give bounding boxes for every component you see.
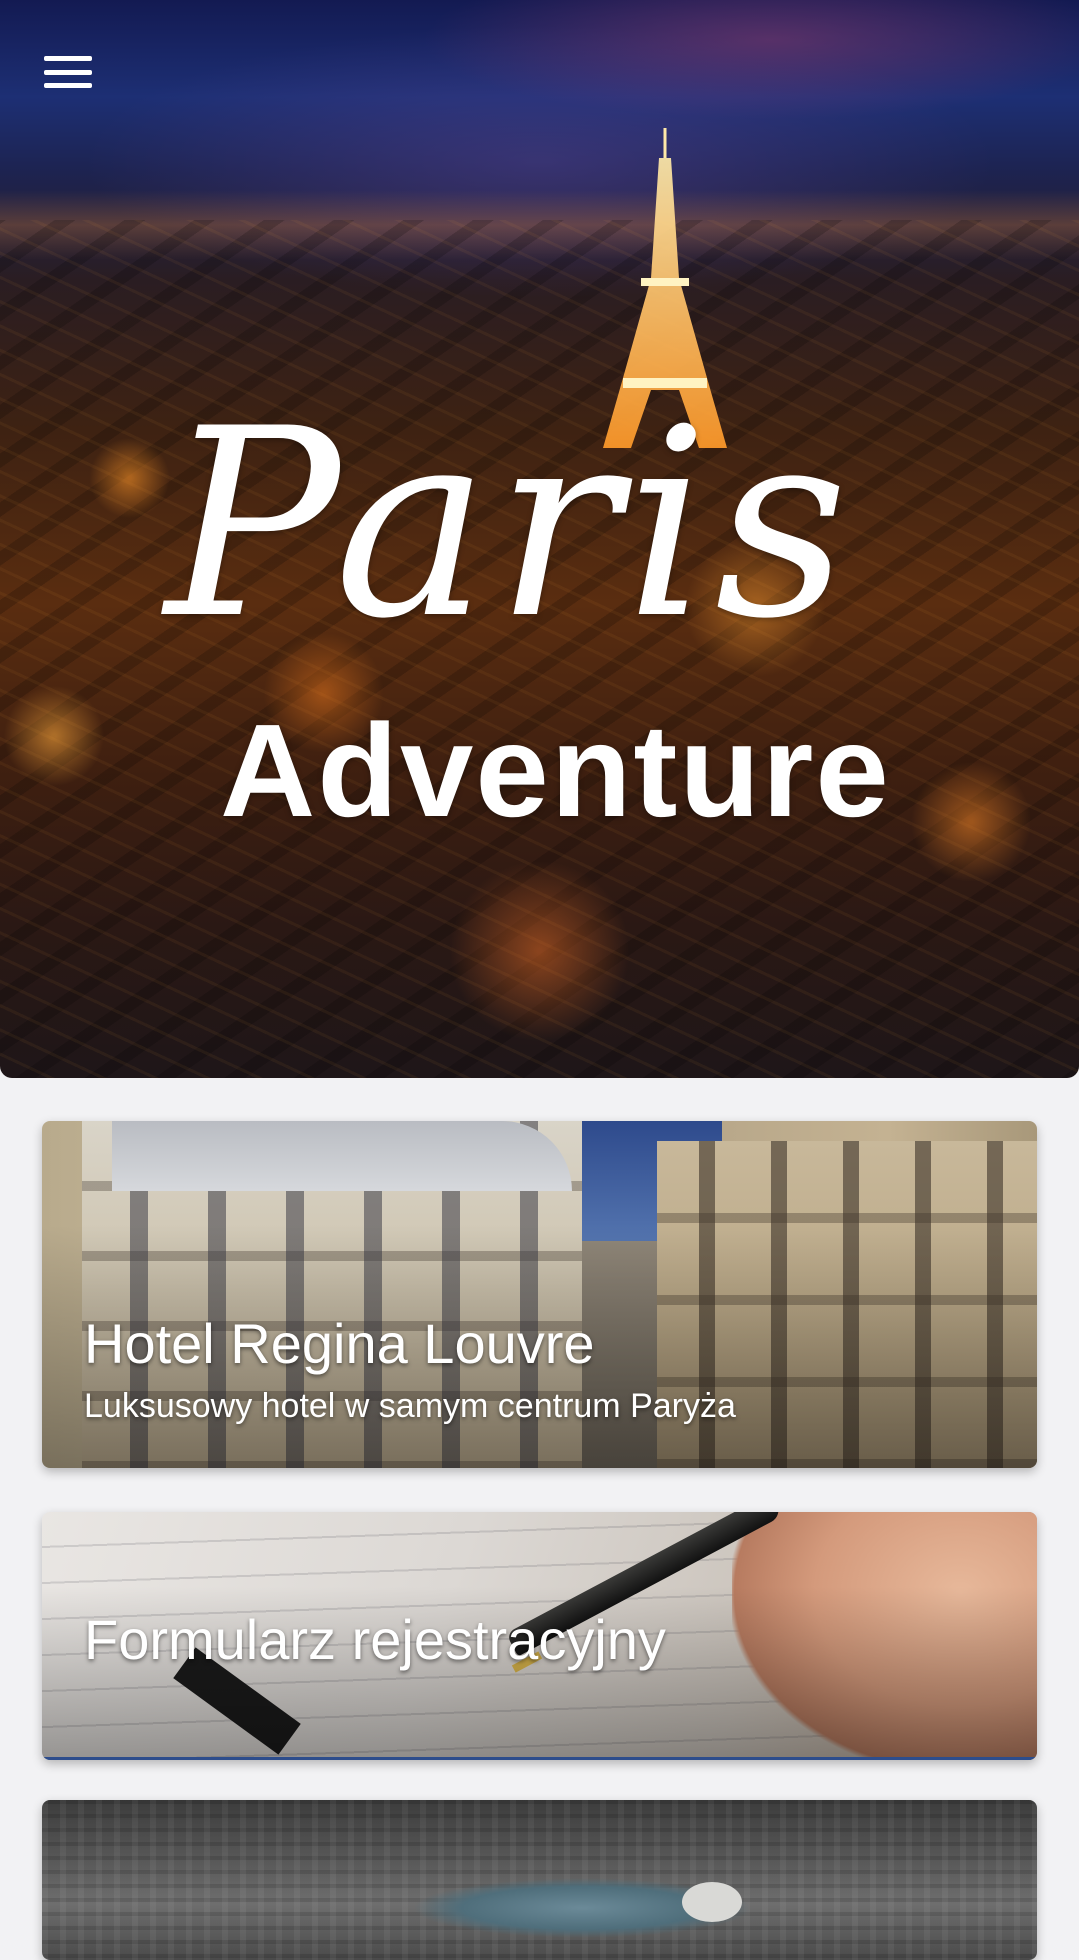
card-registration-form[interactable]: Formularz rejestracyjny xyxy=(42,1512,1037,1760)
logo-title: Paris xyxy=(165,374,855,676)
menu-line xyxy=(44,56,92,61)
card-title: Formularz rejestracyjny xyxy=(84,1608,666,1671)
logo-subtitle: Adventure xyxy=(220,697,891,844)
sky-glow xyxy=(420,0,1079,120)
hero-banner: Paris Adventure xyxy=(0,0,1079,1078)
card-title: Hotel Regina Louvre xyxy=(84,1312,595,1375)
card-third[interactable] xyxy=(42,1800,1037,1960)
card-bottom-border xyxy=(42,1757,1037,1760)
menu-line xyxy=(44,83,92,88)
hamburger-menu-icon[interactable] xyxy=(40,52,96,92)
card-hotel-regina-louvre[interactable]: Hotel Regina Louvre Luksusowy hotel w sa… xyxy=(42,1121,1037,1468)
card-image-object xyxy=(682,1882,742,1922)
menu-line xyxy=(44,69,92,75)
card-subtitle: Luksusowy hotel w samym centrum Paryża xyxy=(84,1387,736,1425)
